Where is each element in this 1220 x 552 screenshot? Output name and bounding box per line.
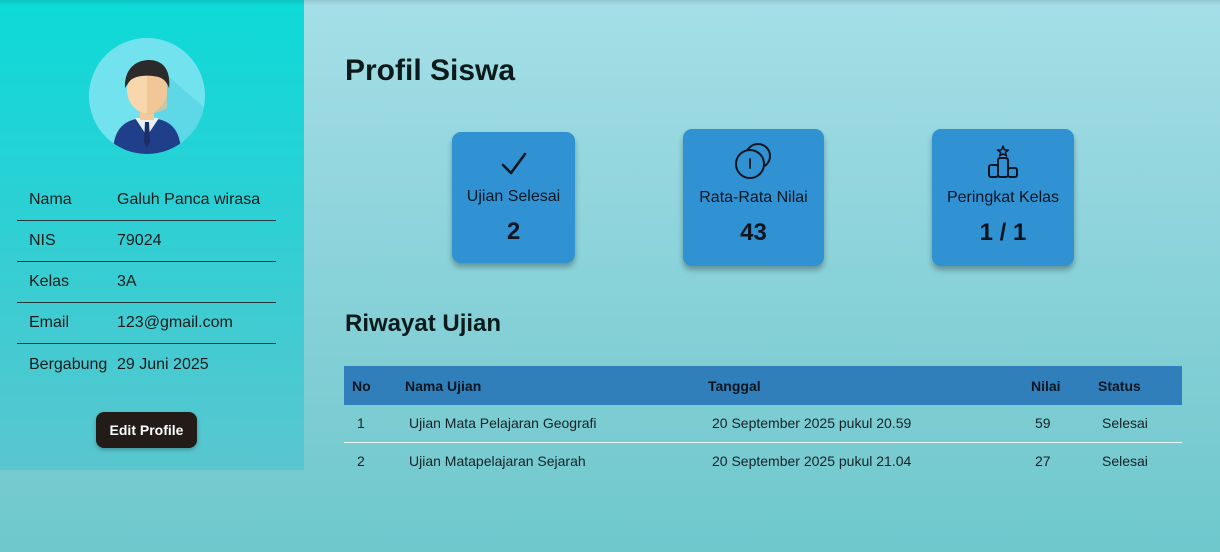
- student-avatar-icon: [89, 38, 205, 154]
- info-value: 3A: [117, 273, 137, 290]
- checkmark-icon: [500, 146, 528, 182]
- profile-info-table: Nama Galuh Panca wirasa NIS 79024 Kelas …: [17, 180, 276, 385]
- info-value: 29 Juni 2025: [117, 355, 209, 373]
- column-header-no: No: [344, 366, 405, 405]
- stat-value: 1 / 1: [979, 219, 1027, 246]
- history-section-title: Riwayat Ujian: [345, 310, 502, 337]
- cell-no: 2: [357, 452, 365, 469]
- exam-history-table: No Nama Ujian Tanggal Nilai Status 1 Uji…: [344, 366, 1182, 479]
- column-header-status: Status: [1098, 366, 1182, 405]
- cell-score: 59: [1031, 405, 1098, 443]
- stat-label: Ujian Selesai: [466, 188, 561, 205]
- page-title: Profil Siswa: [345, 54, 516, 87]
- info-label: NIS: [29, 232, 56, 249]
- profile-sidebar: Nama Galuh Panca wirasa NIS 79024 Kelas …: [0, 0, 304, 470]
- stat-label: Rata-Rata Nilai: [699, 189, 808, 206]
- podium-icon: [986, 143, 1020, 179]
- stat-value: 43: [740, 219, 767, 246]
- info-row-nis: NIS 79024: [17, 221, 276, 262]
- top-shadow: [0, 0, 1220, 6]
- cell-score: 27: [1035, 452, 1051, 469]
- cell-status: Selesai: [1102, 452, 1148, 469]
- stat-card-class-rank: Peringkat Kelas 1 / 1: [932, 129, 1074, 266]
- stat-card-exams-completed: Ujian Selesai 2: [452, 132, 575, 263]
- info-row-kelas: Kelas 3A: [17, 262, 276, 303]
- info-value: Galuh Panca wirasa: [117, 191, 261, 208]
- cell-status: Selesai: [1098, 405, 1182, 443]
- cell-date: 20 September 2025 pukul 21.04: [712, 452, 912, 469]
- column-header-date: Tanggal: [708, 366, 1031, 405]
- info-value: 79024: [117, 232, 162, 249]
- info-row-nama: Nama Galuh Panca wirasa: [17, 180, 276, 221]
- edit-profile-button[interactable]: Edit Profile: [96, 412, 197, 448]
- stat-card-average-score: Rata-Rata Nilai 43: [683, 129, 824, 266]
- info-label: Kelas: [29, 273, 70, 290]
- table-row[interactable]: 1 Ujian Mata Pelajaran Geografi 20 Septe…: [344, 405, 1182, 443]
- column-header-exam-name: Nama Ujian: [405, 366, 708, 405]
- info-label: Email: [29, 314, 70, 331]
- stat-label: Peringkat Kelas: [946, 189, 1060, 206]
- cell-no: 1: [344, 405, 405, 443]
- info-row-bergabung: Bergabung 29 Juni 2025: [17, 344, 276, 385]
- cell-date: 20 September 2025 pukul 20.59: [708, 405, 1031, 443]
- cell-exam-name: Ujian Matapelajaran Sejarah: [409, 452, 586, 469]
- table-row[interactable]: 2 Ujian Matapelajaran Sejarah 20 Septemb…: [344, 442, 1182, 479]
- info-label: Nama: [29, 191, 72, 208]
- info-row-email: Email 123@gmail.com: [17, 303, 276, 344]
- coins-icon: [734, 143, 774, 179]
- cell-exam-name: Ujian Mata Pelajaran Geografi: [405, 405, 708, 443]
- table-header-row: No Nama Ujian Tanggal Nilai Status: [344, 366, 1182, 405]
- info-value: 123@gmail.com: [117, 314, 233, 331]
- stat-value: 2: [506, 218, 521, 245]
- info-label: Bergabung: [29, 355, 108, 373]
- column-header-score: Nilai: [1031, 366, 1098, 405]
